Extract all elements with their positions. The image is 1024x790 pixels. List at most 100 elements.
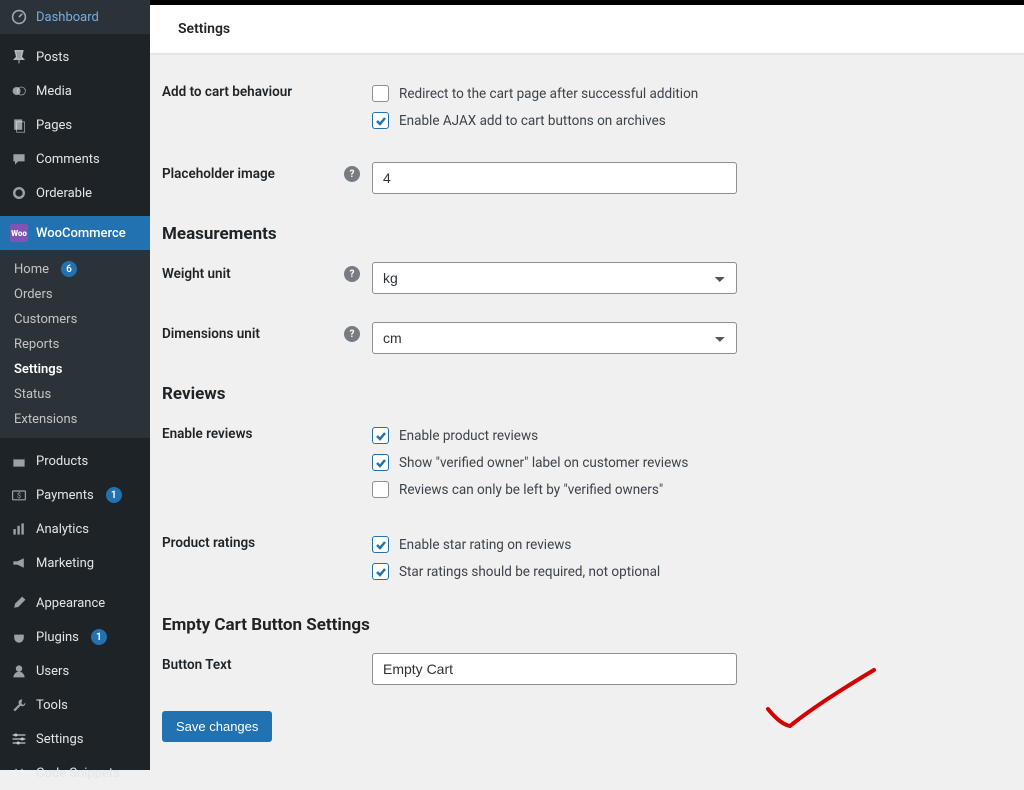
submenu-item-reports[interactable]: Reports <box>0 332 150 357</box>
sidebar-item-code-snippets[interactable]: Code Snippets <box>0 756 150 790</box>
sidebar-item-products[interactable]: Products <box>0 444 150 478</box>
sidebar-item-dashboard[interactable]: Dashboard <box>0 0 150 34</box>
sidebar-item-posts[interactable]: Posts <box>0 40 150 74</box>
sidebar-item-users[interactable]: Users <box>0 654 150 688</box>
sidebar-item-marketing[interactable]: Marketing <box>0 546 150 580</box>
option-label: Star ratings should be required, not opt… <box>399 564 660 580</box>
count-badge: 1 <box>91 629 107 645</box>
sidebar-item-label: WooCommerce <box>36 226 126 241</box>
checkbox-icon <box>372 427 389 444</box>
row-product-ratings: Product ratings Enable star rating on re… <box>162 517 996 599</box>
help-icon[interactable]: ? <box>344 326 360 342</box>
sidebar-item-appearance[interactable]: Appearance <box>0 586 150 620</box>
admin-sidebar: Dashboard Posts Media Pages Comments Ord… <box>0 0 150 770</box>
submenu-item-status[interactable]: Status <box>0 382 150 407</box>
checkbox-icon <box>372 454 389 471</box>
sidebar-item-payments[interactable]: $ Payments 1 <box>0 478 150 512</box>
submenu-item-extensions[interactable]: Extensions <box>0 407 150 432</box>
sidebar-item-tools[interactable]: Tools <box>0 688 150 722</box>
svg-text:$: $ <box>17 491 21 500</box>
field-label: Button Text <box>162 653 372 673</box>
submenu-item-label: Status <box>14 387 51 402</box>
save-changes-button[interactable]: Save changes <box>162 711 272 742</box>
option-label: Enable AJAX add to cart buttons on archi… <box>399 113 666 129</box>
option-enable-product-reviews[interactable]: Enable product reviews <box>372 422 996 449</box>
dashboard-icon <box>10 8 28 26</box>
weight-unit-select[interactable]: kg <box>372 262 737 294</box>
submenu-item-settings[interactable]: Settings <box>0 357 150 382</box>
sidebar-item-orderable[interactable]: Orderable <box>0 176 150 210</box>
placeholder-image-input[interactable] <box>372 162 737 194</box>
main-panel: Settings Add to cart behaviour Redirect … <box>150 0 1024 770</box>
option-verified-owner-label[interactable]: Show "verified owner" label on customer … <box>372 449 996 476</box>
option-label: Reviews can only be left by "verified ow… <box>399 482 663 498</box>
option-label: Enable product reviews <box>399 428 538 444</box>
sidebar-item-label: Products <box>36 454 88 469</box>
woo-icon: Woo <box>10 224 28 242</box>
row-weight-unit: Weight unit ? kg <box>162 248 996 308</box>
payments-icon: $ <box>10 486 28 504</box>
sidebar-item-label: Analytics <box>36 522 89 537</box>
wrench-icon <box>10 696 28 714</box>
row-enable-reviews: Enable reviews Enable product reviews Sh… <box>162 408 996 517</box>
ring-icon <box>10 184 28 202</box>
sidebar-item-analytics[interactable]: Analytics <box>0 512 150 546</box>
page-header: Settings <box>150 5 1024 54</box>
button-text-input[interactable] <box>372 653 737 685</box>
sidebar-item-plugins[interactable]: Plugins 1 <box>0 620 150 654</box>
sidebar-item-comments[interactable]: Comments <box>0 142 150 176</box>
sidebar-item-label: Comments <box>36 152 100 167</box>
megaphone-icon <box>10 554 28 572</box>
help-icon[interactable]: ? <box>344 166 360 182</box>
field-label: Enable reviews <box>162 422 372 442</box>
sidebar-item-woocommerce[interactable]: Woo WooCommerce <box>0 216 150 250</box>
sidebar-item-label: Orderable <box>36 186 92 201</box>
sidebar-item-label: Settings <box>36 732 83 747</box>
box-icon <box>10 452 28 470</box>
sidebar-item-pages[interactable]: Pages <box>0 108 150 142</box>
sidebar-item-label: Marketing <box>36 556 94 571</box>
code-icon <box>10 764 28 782</box>
sidebar-item-label: Media <box>36 84 72 99</box>
sidebar-item-label: Tools <box>36 698 68 713</box>
field-label: Product ratings <box>162 531 372 551</box>
sidebar-item-media[interactable]: Media <box>0 74 150 108</box>
pin-icon <box>10 48 28 66</box>
submenu-item-label: Customers <box>14 312 77 327</box>
sidebar-item-label: Appearance <box>36 596 105 611</box>
sidebar-item-label: Posts <box>36 50 69 65</box>
comment-icon <box>10 150 28 168</box>
woocommerce-submenu: Home 6 Orders Customers Reports Settings… <box>0 250 150 438</box>
option-label: Show "verified owner" label on customer … <box>399 455 688 471</box>
dimensions-unit-select[interactable]: cm <box>372 322 737 354</box>
media-icon <box>10 82 28 100</box>
submenu-item-label: Orders <box>14 287 53 302</box>
field-label: Weight unit <box>162 266 344 282</box>
help-icon[interactable]: ? <box>344 266 360 282</box>
submenu-item-home[interactable]: Home 6 <box>0 256 150 282</box>
page-title: Settings <box>178 21 230 37</box>
user-icon <box>10 662 28 680</box>
submenu-item-label: Extensions <box>14 412 77 427</box>
option-enable-ajax[interactable]: Enable AJAX add to cart buttons on archi… <box>372 107 996 134</box>
submenu-item-label: Home <box>14 262 49 277</box>
checkbox-icon <box>372 112 389 129</box>
sidebar-item-settings[interactable]: Settings <box>0 722 150 756</box>
option-star-required[interactable]: Star ratings should be required, not opt… <box>372 558 996 585</box>
option-redirect-to-cart[interactable]: Redirect to the cart page after successf… <box>372 80 996 107</box>
count-badge: 1 <box>106 487 122 503</box>
sidebar-item-label: Code Snippets <box>36 766 120 781</box>
row-dimensions-unit: Dimensions unit ? cm <box>162 308 996 368</box>
row-placeholder-image: Placeholder image ? <box>162 148 996 208</box>
submenu-item-customers[interactable]: Customers <box>0 307 150 332</box>
submenu-item-orders[interactable]: Orders <box>0 282 150 307</box>
page-icon <box>10 116 28 134</box>
option-enable-star-rating[interactable]: Enable star rating on reviews <box>372 531 996 558</box>
submenu-item-label: Settings <box>14 362 62 377</box>
checkbox-icon <box>372 481 389 498</box>
option-label: Redirect to the cart page after successf… <box>399 86 698 102</box>
field-label: Add to cart behaviour <box>162 80 372 100</box>
section-empty-cart-button: Empty Cart Button Settings <box>162 599 996 639</box>
option-verified-owners-only[interactable]: Reviews can only be left by "verified ow… <box>372 476 996 503</box>
row-button-text: Button Text <box>162 639 996 699</box>
